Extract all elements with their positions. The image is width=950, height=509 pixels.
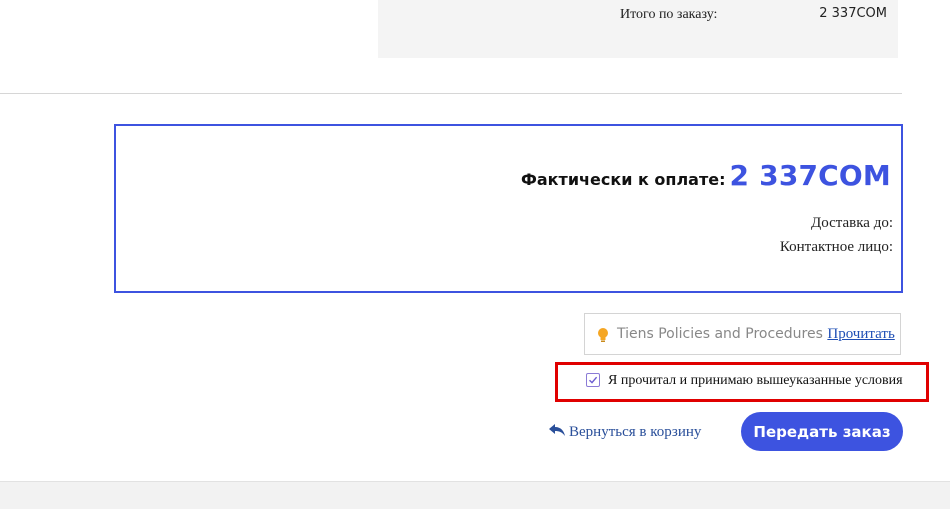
back-to-cart-label: Вернуться в корзину — [569, 424, 702, 440]
checkmark-icon — [589, 376, 598, 384]
order-summary-box: Итого по заказу: 2 337COM — [378, 0, 898, 58]
payment-label: Фактически к оплате: — [521, 170, 726, 189]
footer-band — [0, 481, 950, 509]
reply-arrow-icon — [548, 423, 566, 442]
policy-text-row: Tiens Policies and Procedures Прочитать — [617, 326, 895, 343]
delivery-label: Доставка до: — [810, 215, 893, 231]
terms-agreement-row: Я прочитал и принимаю вышеуказанные усло… — [555, 362, 929, 402]
policy-text: Tiens Policies and Procedures — [617, 326, 823, 342]
back-to-cart-link[interactable]: Вернуться в корзину — [548, 423, 701, 442]
terms-label: Я прочитал и принимаю вышеуказанные усло… — [608, 373, 903, 388]
terms-checkbox[interactable] — [586, 373, 600, 387]
policy-read-link[interactable]: Прочитать — [827, 326, 894, 342]
policy-box: Tiens Policies and Procedures Прочитать — [584, 313, 901, 355]
order-total-label: Итого по заказу: — [620, 7, 718, 22]
contact-label: Контактное лицо: — [779, 239, 893, 255]
lightbulb-icon — [597, 327, 609, 343]
payment-amount: 2 337COM — [729, 159, 891, 192]
section-divider — [0, 93, 902, 94]
payment-summary-box: Фактически к оплате: 2 337COM Доставка д… — [114, 124, 903, 293]
payment-line: Фактически к оплате: 2 337COM — [521, 159, 891, 192]
submit-order-button[interactable]: Передать заказ — [741, 412, 903, 451]
order-total-value: 2 337COM — [819, 6, 887, 21]
checkout-page: Итого по заказу: 2 337COM Фактически к о… — [0, 0, 950, 509]
